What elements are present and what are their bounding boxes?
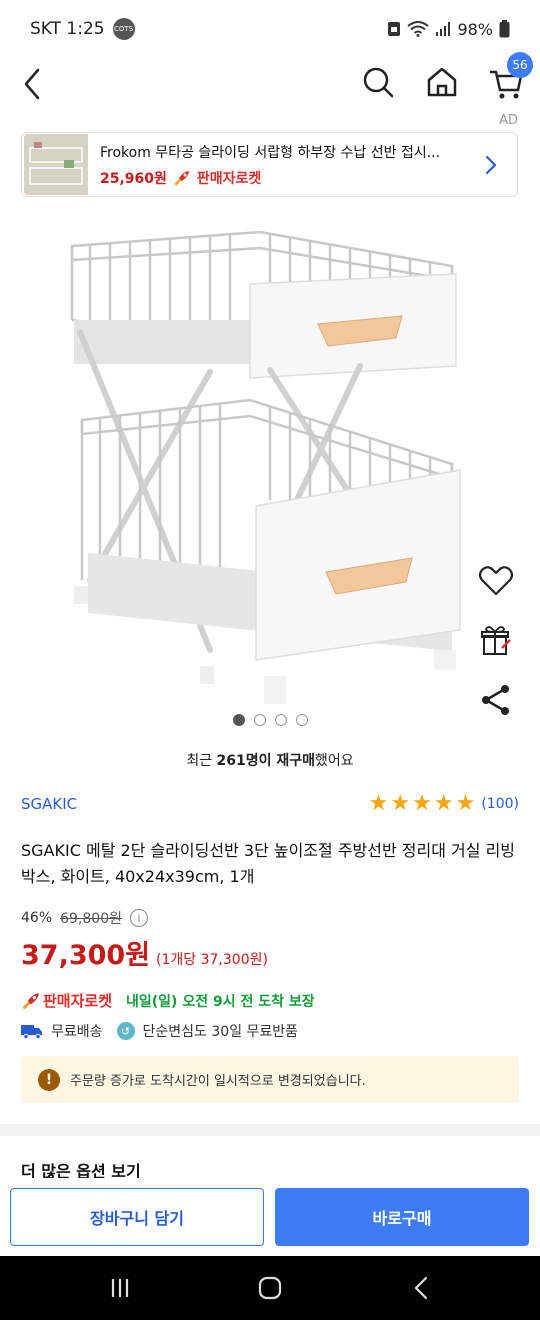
- bottom-action-bar: 장바구니 담기 바로구매: [0, 1178, 540, 1256]
- star-icon: ★: [455, 791, 476, 816]
- sim-icon: [388, 22, 401, 36]
- return-icon: ↺: [116, 1022, 135, 1040]
- ad-title: Frokom 무타공 슬라이딩 서랍형 하부장 수납 선반 접시...: [100, 144, 441, 161]
- ad-label: AD: [499, 113, 518, 128]
- top-navigation: [0, 58, 540, 114]
- ad-product-image: [24, 134, 88, 195]
- wifi-icon: [407, 21, 430, 37]
- section-divider: [0, 1124, 540, 1136]
- recent-apps-icon[interactable]: [106, 1274, 134, 1302]
- chevron-right-icon: [485, 155, 497, 174]
- star-icon: ★: [433, 791, 454, 816]
- recent-suffix: 했어요: [315, 753, 354, 769]
- star-icon: ★: [390, 791, 411, 816]
- star-icon: ★: [412, 791, 432, 816]
- product-image[interactable]: [60, 220, 470, 710]
- recent-count: 261명이 재구매: [216, 753, 316, 769]
- free-shipping: 무료배송: [51, 1024, 103, 1040]
- unit-price: (1개당 37,300원): [156, 952, 268, 968]
- truck-icon: [21, 1025, 42, 1039]
- ad-text: Frokom 무타공 슬라이딩 서랍형 하부장 수납 선반 접시... 25,9…: [100, 142, 479, 188]
- battery-icon: [499, 20, 510, 38]
- ad-rocket-label: 판매자로켓: [196, 170, 262, 187]
- review-count[interactable]: (100): [481, 796, 519, 812]
- product-title: SGAKIC 메탈 2단 슬라이딩선반 3단 높이조절 주방선반 정리대 거실 …: [21, 841, 516, 886]
- info-icon[interactable]: i: [130, 909, 148, 927]
- system-navigation-bar: [0, 1256, 540, 1320]
- back-arrow-icon[interactable]: [18, 64, 48, 104]
- rocket-icon: [174, 170, 189, 185]
- rating-stars[interactable]: ★ ★ ★ ★ ★ (100): [368, 791, 519, 816]
- search-icon[interactable]: [358, 62, 398, 102]
- sale-price: 37,300원: [21, 940, 151, 971]
- warning-icon: !: [38, 1068, 60, 1091]
- brand-rating-row: SGAKIC ★ ★ ★ ★ ★ (100): [21, 791, 519, 816]
- back-button-icon[interactable]: [408, 1274, 436, 1302]
- battery-percent: 98%: [457, 19, 493, 39]
- add-to-cart-button[interactable]: 장바구니 담기: [10, 1188, 264, 1246]
- carousel-dot[interactable]: [253, 714, 266, 726]
- carousel-dot[interactable]: [232, 714, 245, 726]
- price-row: 37,300원 (1개당 37,300원): [21, 933, 268, 972]
- rocket-label: 판매자로켓: [43, 992, 113, 1010]
- free-return: 단순변심도 30일 무료반품: [142, 1024, 299, 1040]
- arrival-guarantee: 내일(일) 오전 9시 전 도착 보장: [126, 993, 315, 1010]
- carousel-dot[interactable]: [274, 714, 287, 726]
- status-bar: SKT 1:25 COTS 98%: [0, 0, 540, 58]
- carousel-indicator: [0, 714, 540, 726]
- notice-text: 주문량 증가로 도착시간이 일시적으로 변경되었습니다.: [70, 1074, 366, 1089]
- ad-thumbnail: [24, 134, 88, 195]
- status-right: 98%: [387, 20, 510, 39]
- seller-rocket-badge: 판매자로켓: [21, 990, 112, 1011]
- delivery-row: 판매자로켓 내일(일) 오전 9시 전 도착 보장: [21, 990, 315, 1011]
- heart-icon[interactable]: [476, 560, 516, 600]
- carousel-dot[interactable]: [295, 714, 308, 726]
- carrier-time: SKT 1:25: [30, 19, 105, 39]
- ad-price: 25,960원: [100, 170, 167, 187]
- buy-now-button[interactable]: 바로구매: [275, 1188, 529, 1246]
- star-icon: ★: [368, 791, 389, 816]
- arrival-notice: ! 주문량 증가로 도착시간이 일시적으로 변경되었습니다.: [21, 1056, 519, 1103]
- original-price: 69,800원: [60, 911, 122, 927]
- home-button-icon[interactable]: [256, 1274, 284, 1302]
- recent-purchase-text: 최근 261명이 재구매했어요: [0, 750, 540, 770]
- brand-link[interactable]: SGAKIC: [21, 795, 77, 813]
- ad-price-row: 25,960원 판매자로켓: [100, 168, 479, 188]
- signal-icon: [436, 22, 451, 36]
- recent-prefix: 최근: [186, 753, 217, 769]
- home-icon[interactable]: [422, 62, 462, 102]
- gift-icon[interactable]: [476, 620, 516, 660]
- status-left: SKT 1:25 COTS: [30, 18, 135, 40]
- shipping-row: 무료배송 ↺ 단순변심도 30일 무료반품: [21, 1021, 298, 1041]
- cart-count-badge: 56: [507, 52, 533, 78]
- rocket-icon: [22, 992, 39, 1009]
- discount-row: 46% 69,800원 i: [21, 908, 148, 928]
- discount-rate: 46%: [21, 910, 53, 926]
- ad-banner[interactable]: Frokom 무타공 슬라이딩 서랍형 하부장 수납 선반 접시... 25,9…: [21, 132, 518, 197]
- app-notification-icon: COTS: [112, 18, 135, 40]
